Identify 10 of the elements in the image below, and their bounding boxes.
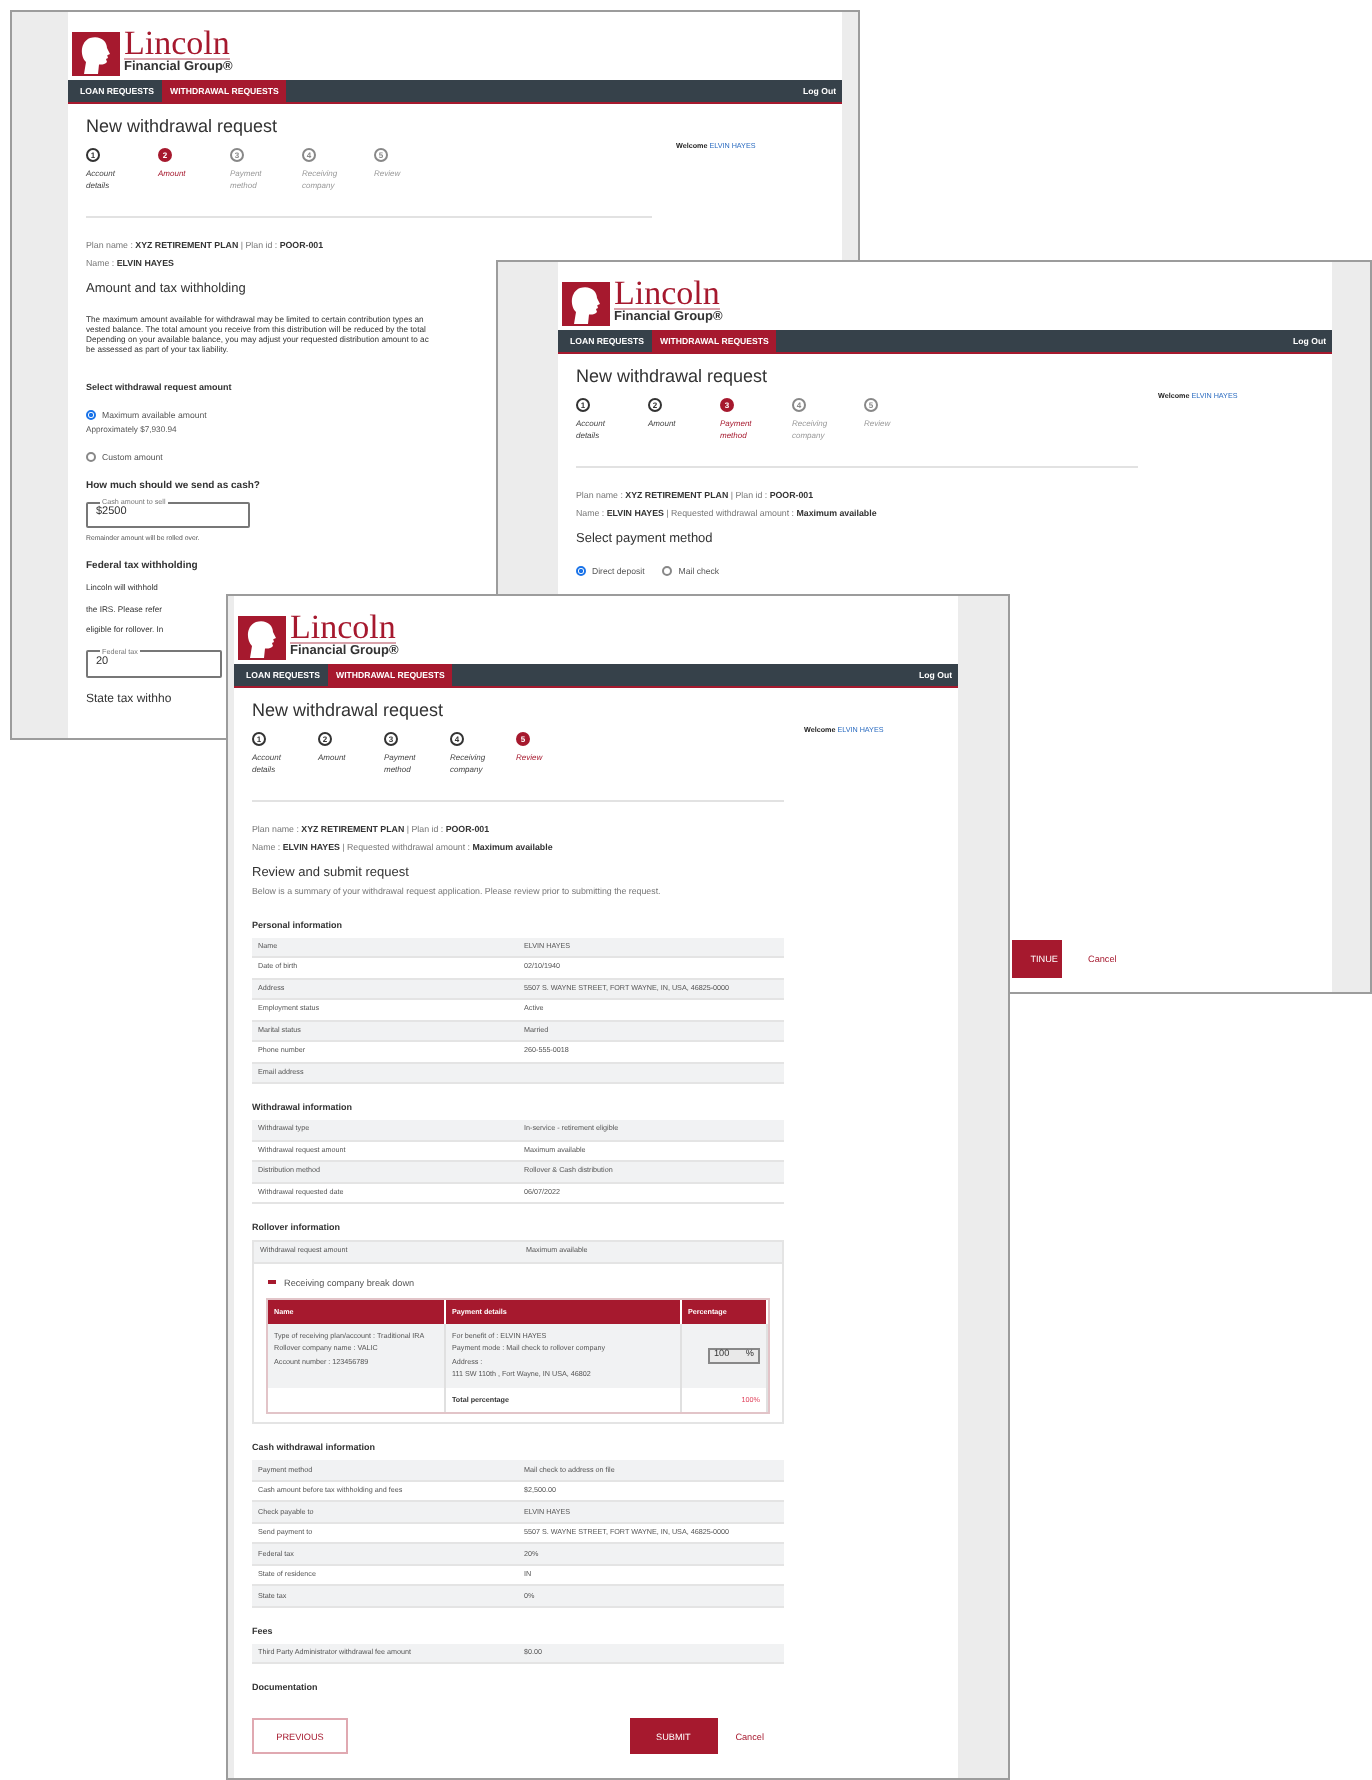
radio-button[interactable] <box>86 452 96 462</box>
page-title: New withdrawal request <box>576 366 770 388</box>
page-title: New withdrawal request <box>252 700 446 722</box>
radio-button[interactable] <box>576 566 586 576</box>
radio-button[interactable] <box>662 566 673 576</box>
logo-wordmark: Lincoln <box>290 612 396 644</box>
radio-button[interactable] <box>86 410 96 420</box>
logo-wordmark: Lincoln <box>614 278 720 310</box>
logo-wordmark: Lincoln <box>124 28 230 60</box>
page-title: New withdrawal request <box>86 116 280 138</box>
